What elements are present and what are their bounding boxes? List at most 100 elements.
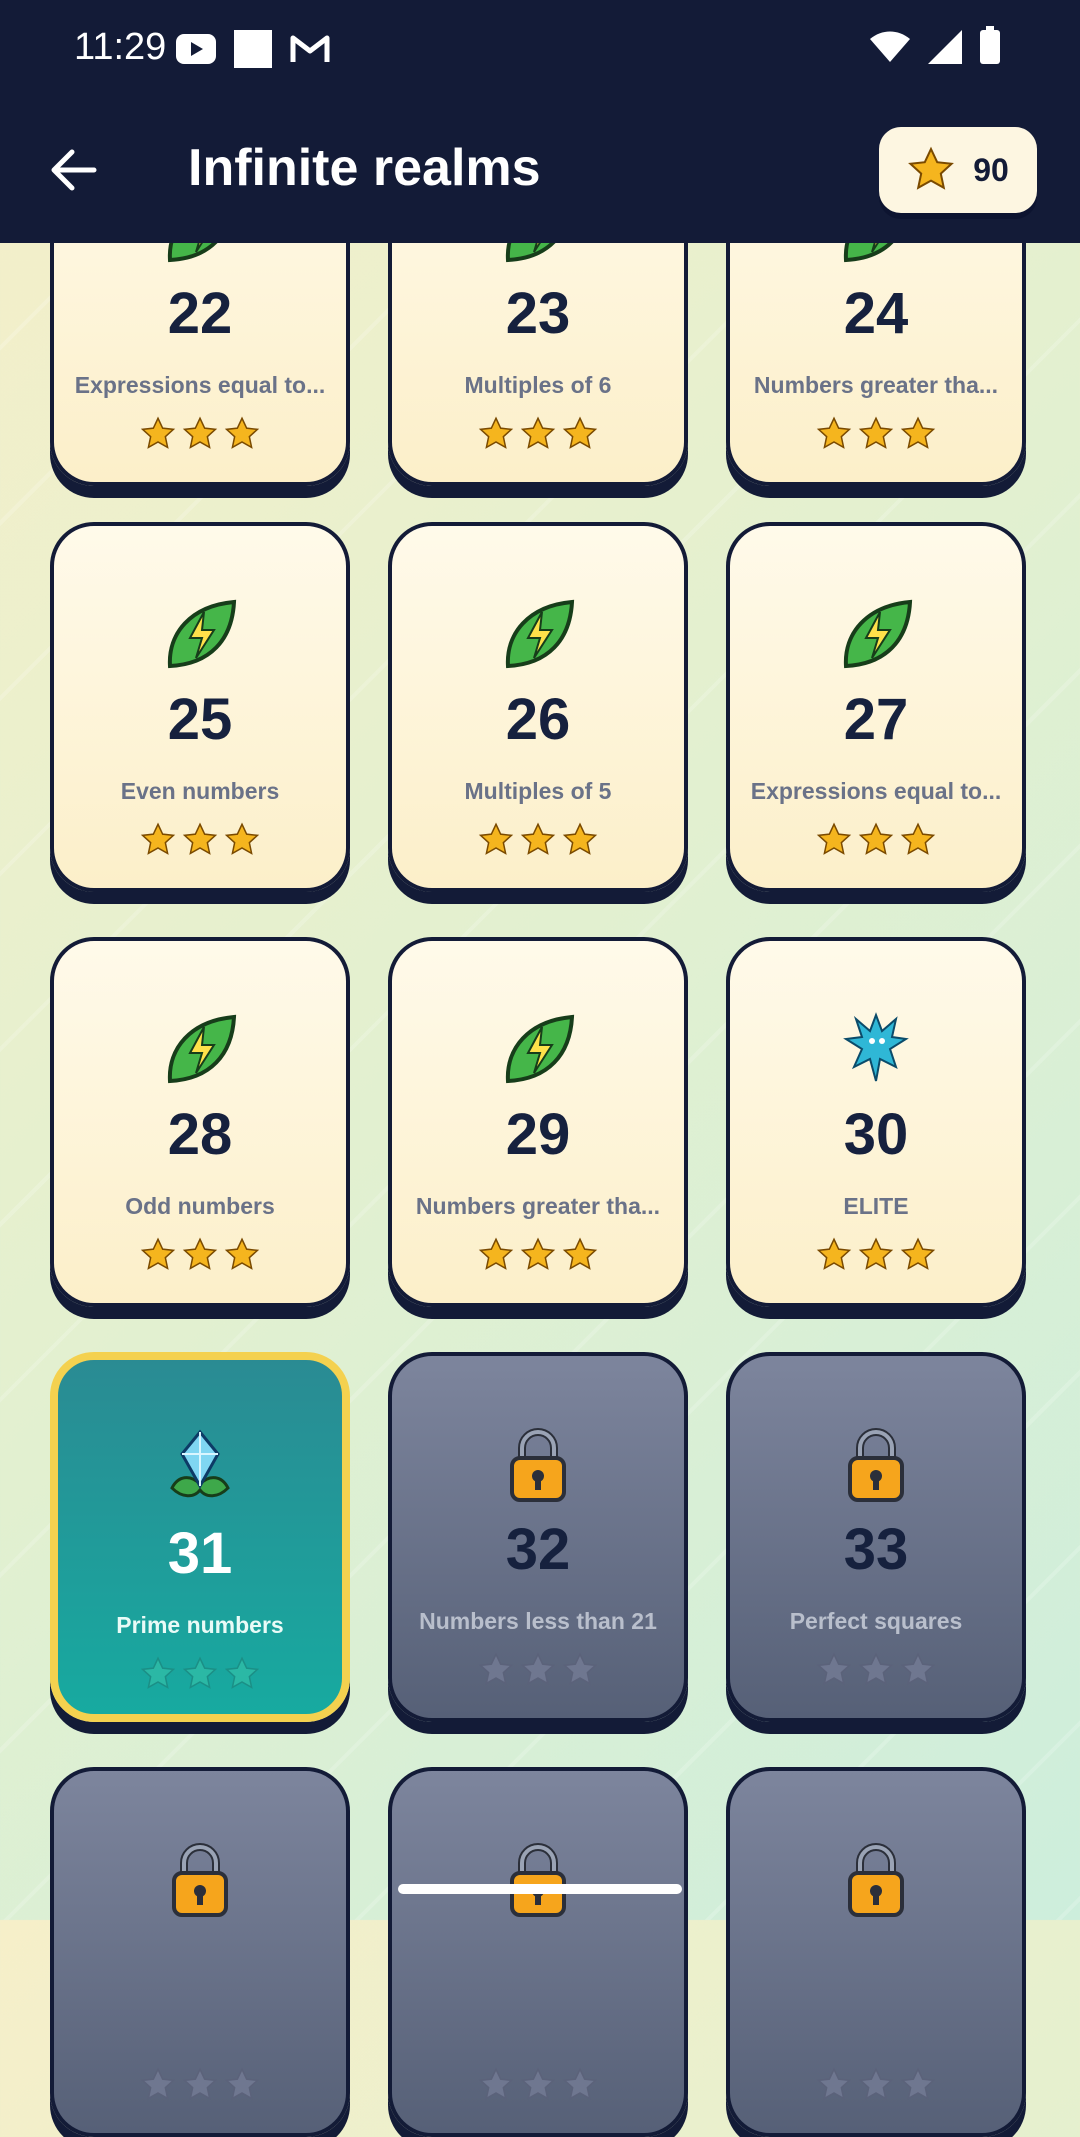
leaf-bolt-icon (160, 594, 240, 674)
star-icon (816, 1652, 852, 1685)
star-icon (900, 1237, 936, 1270)
level-card-28[interactable]: 28 Odd numbers (50, 937, 350, 1307)
level-card-32[interactable]: 32 Numbers less than 21 (388, 1352, 688, 1722)
star-icon (182, 2067, 218, 2100)
star-icon (900, 822, 936, 855)
level-stars (392, 1652, 684, 1688)
star-icon (182, 416, 218, 449)
star-icon (816, 822, 852, 855)
leaf-bolt-icon (836, 594, 916, 674)
star-icon (182, 1656, 218, 1689)
battery-icon (980, 26, 1000, 64)
level-card-30[interactable]: 30 ELITE (726, 937, 1026, 1307)
level-number: 22 (167, 281, 233, 346)
star-icon (520, 822, 556, 855)
star-icon (224, 1656, 260, 1689)
creature-icon (836, 1009, 916, 1089)
level-number: 26 (505, 687, 571, 752)
crystal-icon (160, 1428, 240, 1508)
level-card-27[interactable]: 27 Expressions equal to... (726, 522, 1026, 892)
lock-icon (836, 1839, 916, 1919)
star-icon (900, 416, 936, 449)
signal-icon (928, 30, 962, 64)
level-number: 32 (505, 1517, 571, 1582)
star-icon (562, 2067, 598, 2100)
star-icon (520, 1652, 556, 1685)
lock-icon (498, 1839, 578, 1919)
level-label: Multiples of 5 (464, 778, 612, 804)
level-card-locked-12[interactable] (50, 1767, 350, 2137)
page-title: Infinite realms (188, 139, 541, 197)
total-stars-badge: 90 (879, 127, 1037, 213)
star-icon (478, 1237, 514, 1270)
level-label: Expressions equal to... (750, 778, 1002, 804)
home-indicator[interactable] (398, 1884, 682, 1894)
level-stars (392, 822, 684, 858)
level-label: Numbers greater tha... (415, 1193, 661, 1219)
level-card-31[interactable]: 31 Prime numbers (50, 1352, 350, 1722)
star-icon (224, 2067, 260, 2100)
lock-icon (836, 1424, 916, 1504)
wifi-icon (870, 31, 910, 62)
star-icon (816, 2067, 852, 2100)
gmail-icon (290, 35, 330, 62)
youtube-icon (176, 34, 216, 64)
leaf-bolt-icon (498, 1009, 578, 1089)
level-number: 33 (843, 1517, 909, 1582)
level-stars (54, 2067, 346, 2103)
star-icon (140, 1656, 176, 1689)
stars-count: 90 (973, 151, 1009, 188)
level-card-29[interactable]: 29 Numbers greater tha... (388, 937, 688, 1307)
level-stars (730, 822, 1022, 858)
level-number: 28 (167, 1102, 233, 1167)
level-number: 31 (167, 1521, 233, 1586)
level-label: Even numbers (120, 778, 280, 804)
level-number: 27 (843, 687, 909, 752)
level-label: Numbers greater tha... (753, 372, 999, 398)
level-label: Prime numbers (116, 1612, 284, 1638)
star-icon (858, 416, 894, 449)
level-card-33[interactable]: 33 Perfect squares (726, 1352, 1026, 1722)
system-icons (870, 26, 1000, 64)
star-icon (140, 1237, 176, 1270)
star-icon (900, 1652, 936, 1685)
level-label: Odd numbers (125, 1193, 275, 1219)
level-stars (730, 1652, 1022, 1688)
star-icon (478, 1652, 514, 1685)
star-icon (562, 416, 598, 449)
level-card-locked-14[interactable] (726, 1767, 1026, 2137)
star-icon (182, 822, 218, 855)
level-card-26[interactable]: 26 Multiples of 5 (388, 522, 688, 892)
level-card-locked-13[interactable] (388, 1767, 688, 2137)
back-arrow-icon[interactable] (44, 140, 104, 200)
level-label: Expressions equal to... (74, 372, 326, 398)
lock-icon (160, 1839, 240, 1919)
star-icon (908, 146, 955, 190)
level-stars (730, 2067, 1022, 2103)
star-icon (478, 822, 514, 855)
star-icon (478, 416, 514, 449)
level-stars (54, 1237, 346, 1273)
star-icon (224, 822, 260, 855)
star-icon (520, 2067, 556, 2100)
star-icon (900, 2067, 936, 2100)
level-number: 25 (167, 687, 233, 752)
star-icon (562, 1652, 598, 1685)
star-icon (858, 822, 894, 855)
star-icon (816, 1237, 852, 1270)
star-icon (562, 822, 598, 855)
level-stars (58, 1656, 342, 1692)
level-number: 23 (505, 281, 571, 346)
app-bar: 11:29 Infinite realms 90 (0, 0, 1080, 243)
star-icon (520, 1237, 556, 1270)
leaf-bolt-icon (498, 594, 578, 674)
level-card-25[interactable]: 25 Even numbers (50, 522, 350, 892)
star-icon (140, 822, 176, 855)
star-icon (858, 1652, 894, 1685)
level-stars (392, 416, 684, 452)
level-label: Perfect squares (789, 1608, 963, 1634)
star-icon (140, 416, 176, 449)
level-number: 24 (843, 281, 909, 346)
level-stars (54, 416, 346, 452)
level-stars (392, 1237, 684, 1273)
